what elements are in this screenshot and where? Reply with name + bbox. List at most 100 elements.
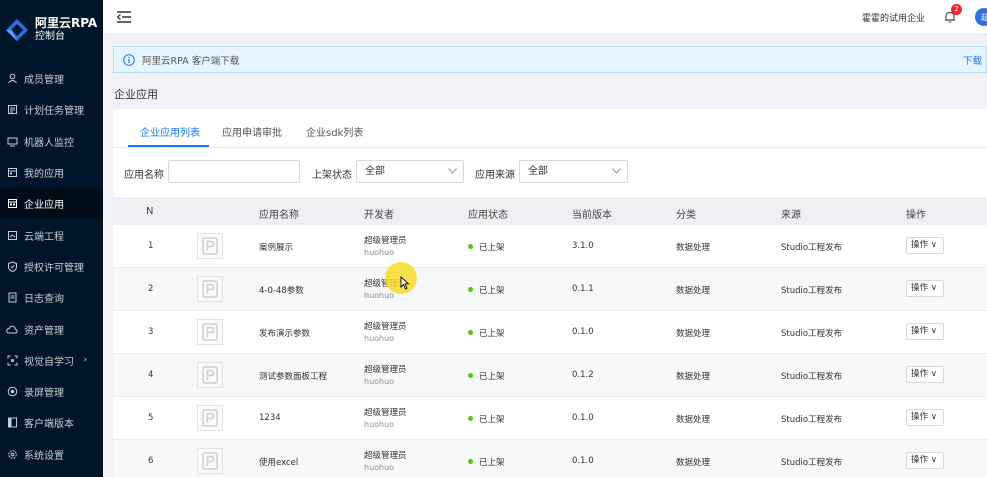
app-version: 0.1.1 bbox=[572, 284, 594, 294]
status-badge: 已上架 bbox=[468, 284, 505, 296]
top-header: 霍霍的试用企业 2 超 bbox=[103, 0, 987, 34]
app-version: 0.1.0 bbox=[572, 456, 594, 466]
chevron-down-icon: ∨ bbox=[930, 326, 937, 336]
notice-text: 阿里云RPA 客户端下载 bbox=[142, 55, 240, 67]
sidebar-item-enterprise-apps[interactable]: 企业应用 bbox=[0, 188, 103, 220]
chevron-down-icon bbox=[612, 168, 621, 174]
sidebar-item-asset-management[interactable]: 资产管理 bbox=[0, 313, 103, 344]
sidebar-item-client-version[interactable]: 客户端版本 bbox=[0, 407, 103, 438]
sidebar-item-screen-recording[interactable]: 录屏管理 bbox=[0, 376, 103, 407]
app-thumbnail-icon bbox=[197, 405, 223, 431]
operations-dropdown-button[interactable]: 操作 ∨ bbox=[906, 366, 944, 383]
app-icon bbox=[6, 167, 18, 179]
sidebar-item-members[interactable]: 成员管理 bbox=[0, 63, 103, 94]
developer-name: 超级管理员 bbox=[364, 322, 407, 332]
sidebar-item-label: 计划任务管理 bbox=[24, 106, 84, 118]
operations-dropdown-button[interactable]: 操作 ∨ bbox=[906, 237, 944, 254]
enterprise-app-icon bbox=[6, 198, 18, 210]
app-name-label: 应用名称 bbox=[124, 170, 164, 181]
app-category: 数据处理 bbox=[676, 372, 711, 382]
developer-account: huohuo bbox=[364, 334, 395, 343]
developer-account: huohuo bbox=[364, 463, 395, 472]
app-source-value: 全部 bbox=[528, 166, 548, 177]
app-name-input[interactable] bbox=[168, 160, 300, 183]
shield-icon bbox=[6, 260, 18, 272]
sidebar-item-label: 录屏管理 bbox=[24, 388, 64, 400]
chevron-down-icon: ∨ bbox=[930, 283, 937, 293]
tab-enterprise-app-list[interactable]: 企业应用列表 bbox=[140, 124, 200, 139]
book-icon bbox=[6, 417, 18, 429]
column-header-actions: 操作 bbox=[906, 210, 926, 221]
developer-account: huohuo bbox=[364, 248, 395, 257]
sidebar-item-system-settings[interactable]: 系统设置 bbox=[0, 439, 103, 470]
app-name: 发布演示参数 bbox=[259, 329, 311, 339]
sidebar-item-label: 我的应用 bbox=[24, 169, 64, 181]
app-category: 数据处理 bbox=[676, 329, 711, 339]
user-icon bbox=[6, 73, 18, 85]
app-name: 案例展示 bbox=[259, 243, 294, 253]
brand[interactable]: 阿里云RPA 控制台 bbox=[0, 0, 103, 60]
sidebar-item-cloud-projects[interactable]: 云端工程 bbox=[0, 219, 103, 250]
app-version: 0.1.2 bbox=[572, 370, 594, 380]
operations-dropdown-button[interactable]: 操作 ∨ bbox=[906, 452, 944, 469]
sidebar-item-license-management[interactable]: 授权许可管理 bbox=[0, 251, 103, 282]
tab-enterprise-sdk-list[interactable]: 企业sdk列表 bbox=[306, 124, 363, 139]
sidebar-item-label: 客户端版本 bbox=[24, 419, 74, 431]
table-row[interactable]: 4 测试参数面板工程 超级管理员 huohuo 已上架 0.1.2 数据处理 S… bbox=[113, 354, 987, 397]
status-badge: 已上架 bbox=[468, 370, 505, 382]
sidebar-item-label: 日志查询 bbox=[24, 294, 64, 306]
sidebar-item-scheduled-tasks[interactable]: 计划任务管理 bbox=[0, 94, 103, 125]
listing-status-select[interactable]: 全部 bbox=[356, 160, 464, 183]
download-link[interactable]: 下载 bbox=[963, 53, 982, 67]
app-category: 数据处理 bbox=[676, 243, 711, 253]
tabs: 企业应用列表 应用申请审批 企业sdk列表 bbox=[113, 109, 987, 148]
listing-status-value: 全部 bbox=[365, 166, 385, 177]
column-header-source: 来源 bbox=[781, 210, 801, 221]
notification-bell-icon[interactable]: 2 bbox=[943, 4, 962, 24]
sidebar-item-log-query[interactable]: 日志查询 bbox=[0, 282, 103, 313]
app-thumbnail-icon bbox=[197, 319, 223, 345]
developer-account: huohuo bbox=[364, 420, 395, 429]
operations-dropdown-button[interactable]: 操作 ∨ bbox=[906, 409, 944, 426]
status-dot bbox=[468, 287, 473, 292]
column-header-index: N bbox=[146, 206, 154, 217]
table-header: N 应用名称 开发者 应用状态 当前版本 分类 来源 操作 bbox=[113, 197, 987, 225]
row-index: 2 bbox=[148, 284, 154, 294]
chevron-down-icon: ∨ bbox=[930, 369, 937, 379]
menu-fold-icon[interactable] bbox=[117, 10, 133, 24]
sidebar-item-robot-monitor[interactable]: 机器人监控 bbox=[0, 126, 103, 157]
operations-dropdown-button[interactable]: 操作 ∨ bbox=[906, 280, 944, 297]
gear-icon bbox=[6, 448, 18, 460]
table-row[interactable]: 5 1234 超级管理员 huohuo 已上架 0.1.0 数据处理 Studi… bbox=[113, 397, 987, 440]
table-row[interactable]: 6 使用excel 超级管理员 huohuo 已上架 0.1.0 数据处理 St… bbox=[113, 440, 987, 477]
calendar-icon bbox=[6, 104, 18, 116]
status-dot bbox=[468, 330, 473, 335]
developer-account: huohuo bbox=[364, 377, 395, 386]
row-index: 1 bbox=[148, 241, 154, 251]
organization-switcher[interactable]: 霍霍的试用企业 bbox=[862, 11, 925, 24]
sidebar-item-label: 视觉自学习 bbox=[24, 356, 74, 368]
app-thumbnail-icon bbox=[197, 448, 223, 474]
scan-icon bbox=[6, 354, 18, 366]
table-row[interactable]: 1 案例展示 超级管理员 huohuo 已上架 3.1.0 数据处理 Studi… bbox=[113, 225, 987, 268]
app-source-select[interactable]: 全部 bbox=[519, 160, 628, 183]
record-icon bbox=[6, 386, 18, 398]
table-row[interactable]: 2 4-0-48参数 超级管理员 huohuo 已上架 0.1.1 数据处理 S… bbox=[113, 268, 987, 311]
status-dot bbox=[468, 459, 473, 464]
avatar[interactable]: 超 bbox=[975, 8, 987, 26]
operations-dropdown-button[interactable]: 操作 ∨ bbox=[906, 323, 944, 340]
client-download-notice: 阿里云RPA 客户端下载 下载 bbox=[113, 46, 987, 73]
chevron-down-icon: ∨ bbox=[930, 455, 937, 465]
cloud-icon bbox=[6, 323, 18, 335]
developer-name: 超级管理员 bbox=[364, 451, 407, 461]
app-version: 0.1.0 bbox=[572, 327, 594, 337]
aliyun-rpa-logo-icon bbox=[6, 19, 28, 41]
table-row[interactable]: 3 发布演示参数 超级管理员 huohuo 已上架 0.1.0 数据处理 Stu… bbox=[113, 311, 987, 354]
sidebar-item-visual-self-learning[interactable]: 视觉自学习 › bbox=[0, 345, 103, 376]
app-source: Studio工程发布 bbox=[781, 329, 843, 339]
status-dot bbox=[468, 416, 473, 421]
tab-app-request-approval[interactable]: 应用申请审批 bbox=[222, 124, 282, 139]
column-header-app-name: 应用名称 bbox=[259, 210, 299, 221]
column-header-category: 分类 bbox=[676, 210, 696, 221]
sidebar-item-my-apps[interactable]: 我的应用 bbox=[0, 157, 103, 188]
